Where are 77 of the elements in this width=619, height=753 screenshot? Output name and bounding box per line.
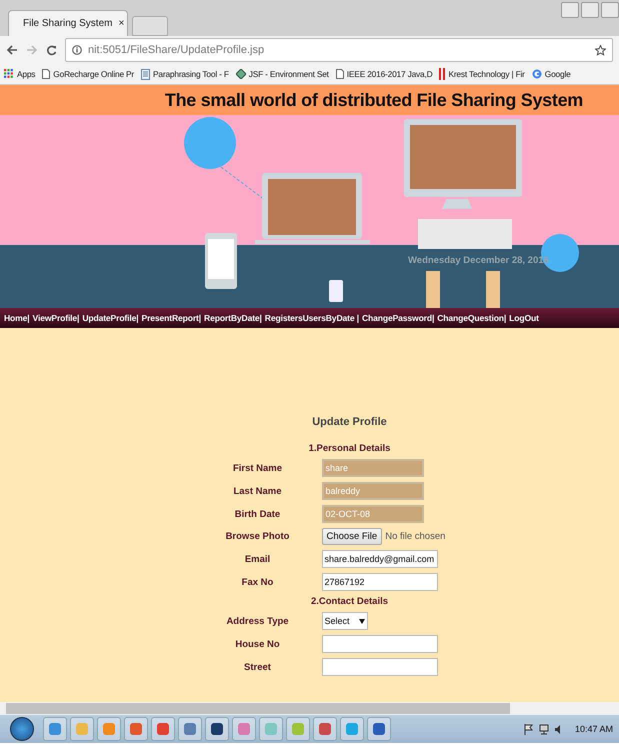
- nav-link[interactable]: Home|: [4, 313, 30, 323]
- field-label: First Name: [232, 462, 284, 474]
- document-icon: [141, 68, 150, 80]
- bookmark-link[interactable]: IEEE 2016-2017 Java,D: [336, 69, 432, 79]
- nav-link[interactable]: UpdateProfile|: [82, 313, 138, 323]
- restore-button[interactable]: [601, 2, 619, 18]
- address-type-dropdown[interactable]: Select: [322, 612, 368, 630]
- nav-link[interactable]: ViewProfile|: [32, 313, 80, 323]
- app-icon: [156, 722, 170, 736]
- choose-file-button[interactable]: Choose File: [322, 528, 382, 545]
- browser-tab[interactable]: File Sharing System ×: [8, 10, 128, 36]
- star-icon[interactable]: [595, 44, 606, 56]
- site-title: The small world of distributed File Sharing System: [164, 90, 583, 110]
- minimize-button[interactable]: [581, 2, 599, 18]
- back-icon[interactable]: [6, 45, 18, 55]
- input-field[interactable]: 27867192: [322, 573, 438, 591]
- section-heading: 1.Personal Details: [308, 443, 392, 454]
- dropdown-arrow-icon: [358, 618, 364, 624]
- bookmark-link[interactable]: Paraphrasing Tool - F: [141, 68, 229, 80]
- taskbar-app-button[interactable]: [313, 717, 337, 741]
- nav-link[interactable]: RegistersUsersByDate |: [264, 313, 359, 323]
- form-title: Update Profile: [311, 416, 388, 428]
- app-icon: [129, 722, 143, 736]
- app-icon: [372, 722, 386, 736]
- bars-icon: [439, 68, 446, 80]
- bookmark-link[interactable]: JSF - Environment Set: [236, 69, 329, 79]
- google-icon: [532, 69, 542, 79]
- app-icon: [318, 722, 332, 736]
- field-label: Email: [244, 554, 272, 564]
- nav-link[interactable]: ChangePassword|: [362, 313, 434, 323]
- diamond-icon: [236, 69, 246, 79]
- flag-icon[interactable]: [524, 724, 534, 734]
- scrollbar-thumb[interactable]: [6, 703, 510, 714]
- apps-grid-icon: [4, 69, 14, 79]
- network-icon[interactable]: [538, 724, 549, 734]
- reload-icon[interactable]: [46, 44, 57, 56]
- bookmark-link[interactable]: Krest Technology | Fir: [439, 68, 525, 80]
- section-heading: 2.Contact Details: [310, 596, 390, 607]
- taskbar-app-button[interactable]: [205, 717, 229, 741]
- taskbar-app-button[interactable]: [367, 717, 391, 741]
- bookmark-link[interactable]: GoRecharge Online Pr: [42, 69, 134, 79]
- profile-button[interactable]: [561, 2, 579, 18]
- app-icon: [291, 722, 305, 736]
- close-icon[interactable]: ×: [118, 18, 124, 29]
- bookmark-link[interactable]: Apps: [4, 69, 36, 79]
- input-field[interactable]: share.balreddy@gmail.com: [322, 550, 438, 568]
- page-icon: [42, 69, 50, 79]
- info-icon: [72, 45, 82, 55]
- nav-link[interactable]: ReportByDate|: [204, 313, 262, 323]
- new-tab-button[interactable]: [132, 16, 168, 36]
- field-label: Browse Photo: [224, 531, 290, 542]
- file-status: No file chosen: [385, 531, 446, 542]
- app-icon: [75, 722, 89, 736]
- nav-link[interactable]: PresentReport|: [142, 313, 202, 323]
- app-icon: [345, 722, 359, 736]
- input-field[interactable]: [322, 635, 438, 653]
- taskbar-clock[interactable]: 10:47 AM: [574, 724, 613, 734]
- bookmark-link[interactable]: Google: [532, 69, 571, 79]
- page-icon: [336, 69, 344, 79]
- nav-link[interactable]: LogOut: [509, 313, 539, 323]
- start-button[interactable]: [10, 717, 34, 741]
- app-icon: [210, 722, 224, 736]
- field-label: Birth Date: [234, 508, 282, 520]
- input-field[interactable]: [322, 658, 438, 676]
- app-icon: [102, 722, 116, 736]
- app-icon: [48, 722, 62, 736]
- field-label: Address Type: [225, 616, 290, 626]
- app-icon: [183, 722, 197, 736]
- app-icon: [264, 722, 278, 736]
- app-icon: [237, 722, 251, 736]
- field-label: Street: [243, 662, 272, 672]
- field-label: Last Name: [232, 486, 283, 496]
- nav-link[interactable]: ChangeQuestion|: [437, 313, 506, 323]
- field-label: Fax No: [240, 576, 274, 588]
- forward-icon[interactable]: [26, 45, 38, 55]
- address-bar[interactable]: nit:5051/FileShare/UpdateProfile.jsp: [65, 38, 613, 62]
- field-label: House No: [234, 638, 281, 650]
